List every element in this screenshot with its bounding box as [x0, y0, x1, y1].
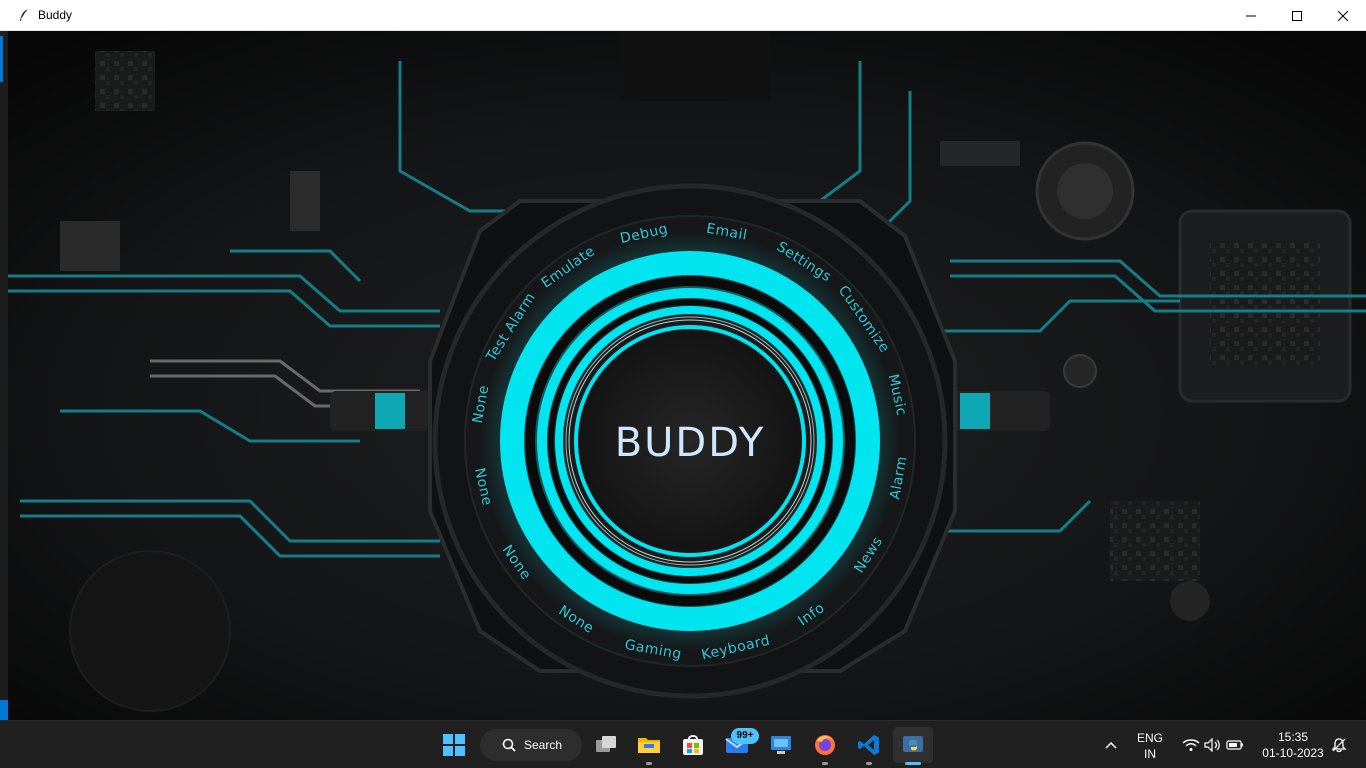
taskbar: Search 99+ ENG IN 15:35 01-10-2023 [0, 720, 1366, 768]
firefox-button[interactable] [807, 727, 843, 763]
quick-settings-button[interactable] [1177, 727, 1249, 763]
maximize-icon [1292, 10, 1302, 21]
notification-bell-icon [1331, 738, 1347, 753]
file-explorer-button[interactable] [631, 727, 667, 763]
minimize-icon [1246, 15, 1256, 16]
volume-icon [1204, 738, 1220, 752]
vscode-running-indicator [866, 762, 872, 765]
feather-icon [16, 7, 32, 23]
left-accent-bar [0, 36, 3, 82]
mail-badge: 99+ [731, 728, 759, 744]
firefox-icon [815, 735, 835, 755]
store-button[interactable] [675, 727, 711, 763]
store-icon [683, 735, 703, 755]
task-view-button[interactable] [588, 727, 624, 763]
close-icon [1338, 10, 1348, 21]
python-app-button[interactable] [893, 727, 933, 763]
title-bar: Buddy [0, 0, 1366, 31]
file-explorer-running-indicator [646, 762, 652, 765]
window-title: Buddy [38, 8, 73, 22]
battery-icon [1226, 740, 1243, 750]
show-hidden-icons-button[interactable] [1100, 727, 1122, 763]
remote-desktop-icon [771, 736, 791, 754]
search-label: Search [524, 738, 563, 752]
task-view-icon [596, 736, 616, 752]
taskbar-search[interactable]: Search [480, 729, 582, 761]
close-button[interactable] [1320, 0, 1366, 31]
circuit-background: EmailSettingsCustomizeMusicAlarmNewsInfo… [0, 31, 1366, 720]
language-indicator-bottom[interactable]: IN [1132, 747, 1168, 761]
start-button[interactable] [436, 727, 472, 763]
notifications-button[interactable] [1328, 727, 1350, 763]
start-icon [443, 734, 465, 756]
window-left-edge [0, 31, 8, 720]
firefox-running-indicator [822, 762, 828, 765]
language-indicator-top[interactable]: ENG [1132, 731, 1168, 745]
python-icon [903, 736, 923, 752]
clock-date[interactable]: 01-10-2023 [1258, 746, 1328, 760]
vscode-icon [858, 735, 879, 755]
minimize-button[interactable] [1228, 0, 1274, 31]
clock-time[interactable]: 15:35 [1258, 730, 1328, 744]
left-accent-bar-bottom [0, 700, 8, 720]
wifi-icon [1182, 739, 1200, 751]
search-icon [502, 738, 516, 752]
python-app-active-indicator [905, 762, 921, 765]
vscode-button[interactable] [851, 727, 887, 763]
buddy-title: BUDDY [615, 420, 766, 466]
chevron-up-icon [1105, 741, 1117, 749]
maximize-button[interactable] [1274, 0, 1320, 31]
file-explorer-icon [638, 738, 660, 753]
remote-desktop-button[interactable] [763, 727, 799, 763]
app-canvas: Email Settings Customize Music Alarm News Info… [0, 31, 1366, 720]
